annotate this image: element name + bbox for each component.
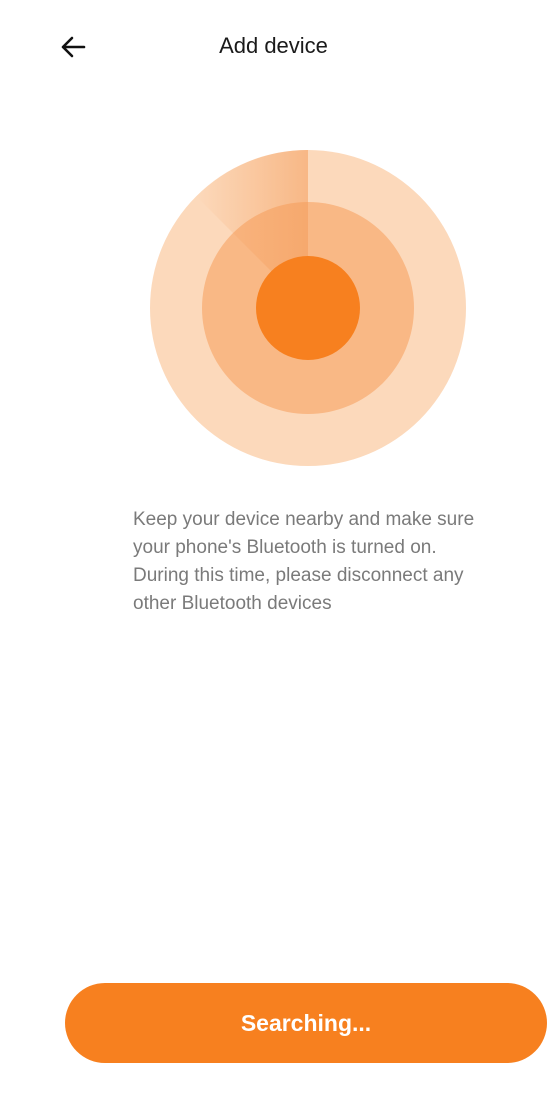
instruction-text: Keep your device nearby and make sure yo…	[133, 509, 475, 614]
header: Add device	[0, 0, 547, 92]
page-title: Add device	[219, 33, 328, 58]
searching-button[interactable]: Searching...	[65, 983, 547, 1063]
bluetooth-radar-icon	[150, 150, 466, 466]
radar-center	[256, 256, 360, 360]
